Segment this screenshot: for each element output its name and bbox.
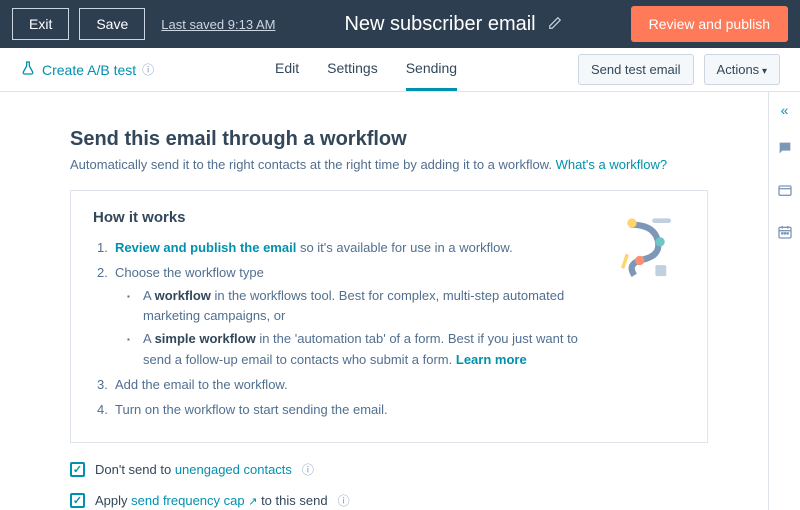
subbar-actions: Send test email Actions bbox=[578, 54, 780, 85]
page-subtitle: Automatically send it to the right conta… bbox=[70, 157, 708, 172]
actions-dropdown[interactable]: Actions bbox=[704, 54, 780, 85]
info-icon[interactable]: ⓘ bbox=[338, 492, 350, 509]
step-2a: A workflow in the workflows tool. Best f… bbox=[115, 286, 585, 328]
flask-icon bbox=[20, 60, 36, 79]
step-2-sublist: A workflow in the workflows tool. Best f… bbox=[115, 286, 685, 371]
step-2b: A simple workflow in the 'automation tab… bbox=[115, 329, 585, 371]
subtabs: Edit Settings Sending bbox=[154, 48, 578, 91]
how-it-works-panel: How it works Review and publish the emai… bbox=[70, 190, 708, 443]
page-heading: Send this email through a workflow bbox=[70, 128, 708, 151]
date-icon[interactable] bbox=[777, 182, 793, 202]
main-content: Send this email through a workflow Autom… bbox=[0, 92, 768, 510]
step-3: Add the email to the workflow. bbox=[93, 375, 685, 396]
review-publish-link[interactable]: Review and publish the email bbox=[115, 240, 296, 255]
body-wrap: Send this email through a workflow Autom… bbox=[0, 92, 800, 510]
pencil-icon[interactable] bbox=[548, 16, 562, 33]
subtitle-text: Automatically send it to the right conta… bbox=[70, 157, 556, 172]
step-2: Choose the workflow type A workflow in t… bbox=[93, 263, 685, 371]
subbar: Create A/B test ⓘ Edit Settings Sending … bbox=[0, 48, 800, 92]
frequency-checkbox[interactable]: ✓ bbox=[70, 493, 85, 508]
unengaged-checkbox-row: ✓ Don't send to unengaged contacts ⓘ bbox=[70, 461, 708, 478]
check-label: Apply send frequency cap ↗ to this send bbox=[95, 493, 328, 508]
step-1: Review and publish the email so it's ava… bbox=[93, 238, 685, 259]
top-header: Exit Save Last saved 9:13 AM New subscri… bbox=[0, 0, 800, 48]
exit-button[interactable]: Exit bbox=[12, 8, 69, 40]
check-label: Don't send to unengaged contacts bbox=[95, 462, 292, 477]
tab-sending[interactable]: Sending bbox=[406, 48, 457, 91]
step-4: Turn on the workflow to start sending th… bbox=[93, 400, 685, 421]
frequency-checkbox-row: ✓ Apply send frequency cap ↗ to this sen… bbox=[70, 492, 708, 509]
comment-icon[interactable] bbox=[777, 140, 793, 160]
send-test-email-button[interactable]: Send test email bbox=[578, 54, 694, 85]
right-rail: « bbox=[768, 92, 800, 510]
tab-edit[interactable]: Edit bbox=[275, 48, 299, 91]
collapse-icon[interactable]: « bbox=[781, 102, 789, 118]
steps-list: Review and publish the email so it's ava… bbox=[93, 238, 685, 420]
title-wrap: New subscriber email bbox=[285, 13, 620, 36]
email-title: New subscriber email bbox=[344, 13, 535, 36]
last-saved-label: Last saved 9:13 AM bbox=[161, 17, 275, 32]
how-it-works-title: How it works bbox=[93, 209, 685, 226]
tab-settings[interactable]: Settings bbox=[327, 48, 378, 91]
calendar-icon[interactable] bbox=[777, 224, 793, 244]
ab-test-label: Create A/B test bbox=[42, 62, 136, 78]
unengaged-checkbox[interactable]: ✓ bbox=[70, 462, 85, 477]
whats-a-workflow-link[interactable]: What's a workflow? bbox=[556, 157, 668, 172]
unengaged-contacts-link[interactable]: unengaged contacts bbox=[175, 462, 292, 477]
info-icon[interactable]: ⓘ bbox=[142, 61, 154, 78]
learn-more-link[interactable]: Learn more bbox=[456, 352, 527, 367]
create-ab-test-link[interactable]: Create A/B test ⓘ bbox=[20, 60, 154, 79]
review-publish-button[interactable]: Review and publish bbox=[631, 6, 788, 42]
info-icon[interactable]: ⓘ bbox=[302, 461, 314, 478]
send-frequency-cap-link[interactable]: send frequency cap ↗ bbox=[131, 493, 257, 508]
save-button[interactable]: Save bbox=[79, 8, 145, 40]
